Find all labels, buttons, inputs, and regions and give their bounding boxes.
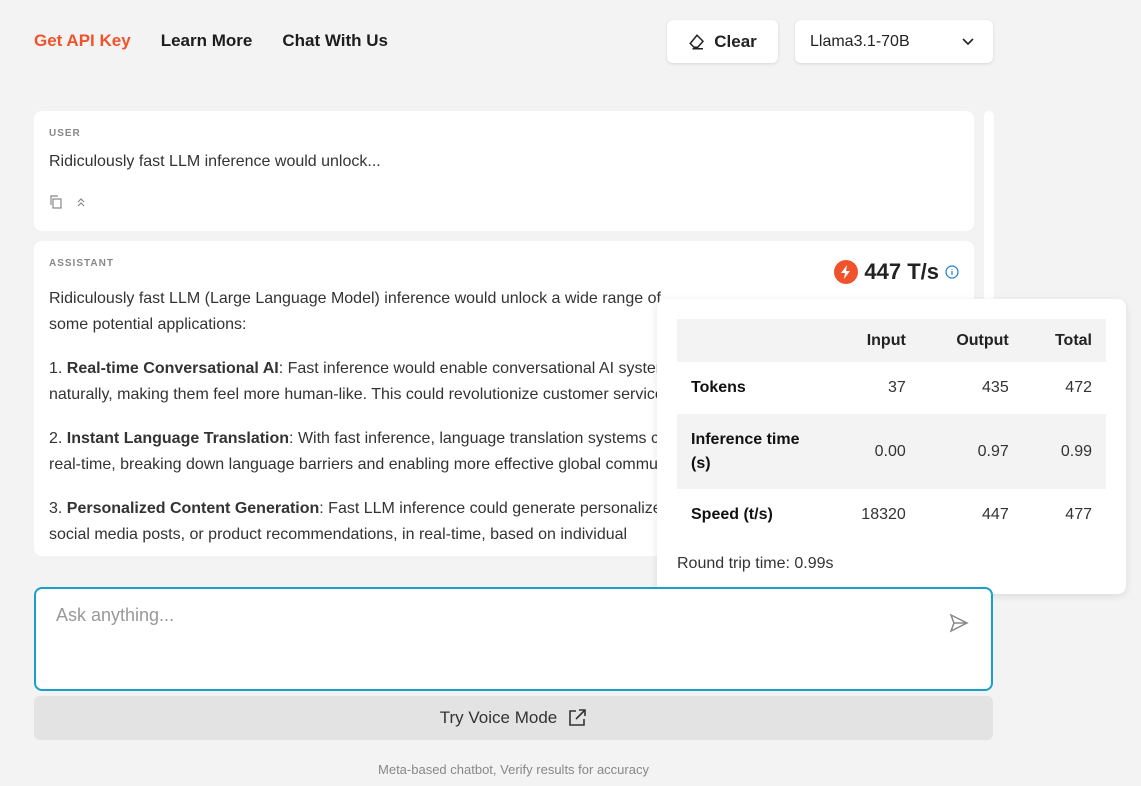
cell: 0.00 [827,414,920,489]
row-label: Inference time (s) [677,414,827,489]
cell: 477 [1065,506,1092,523]
stats-table: Input Output Total Tokens 37 435 472 Inf… [677,319,1106,541]
eraser-icon [689,33,705,49]
list-number: 2. [49,430,67,447]
role-label: USER [49,128,81,139]
line-text: naturally, making them feel more human-l… [49,386,664,403]
table-row: Tokens 37 435 472 [677,362,1106,414]
input-placeholder: Ask anything... [56,605,175,625]
role-label: ASSISTANT [49,258,114,269]
cell: 435 [982,379,1009,396]
chat-with-us-link[interactable]: Chat With Us [282,31,388,51]
speed-badge[interactable]: 447 T/s [834,259,959,285]
get-api-key-link[interactable]: Get API Key [34,31,131,51]
learn-more-link[interactable]: Learn More [161,31,253,51]
row-label: Speed (t/s) [691,506,773,523]
clear-label: Clear [714,31,757,51]
header-cell: Input [827,319,920,362]
list-number: 1. [49,360,67,377]
row-label: Tokens [691,379,746,396]
table-row: Speed (t/s) 18320 447 477 [677,489,1106,541]
user-message-card: USER Ridiculously fast LLM inference wou… [34,111,974,231]
scrollbar[interactable] [984,111,994,301]
list-number: 3. [49,500,67,517]
chat-input[interactable]: Ask anything... [34,587,993,691]
voice-mode-button[interactable]: Try Voice Mode [34,696,993,740]
speed-value: 447 T/s [864,259,939,284]
header-cell [677,319,827,362]
chevron-down-icon [962,37,974,45]
footer-disclaimer: Meta-based chatbot, Verify results for a… [378,762,649,777]
send-icon[interactable] [949,613,969,633]
info-icon[interactable] [945,265,959,279]
header-cell: Output [919,319,1023,362]
line-text: social media posts, or product recommend… [49,526,628,543]
table-row: Inference time (s) 0.00 0.97 0.99 [677,414,1106,489]
external-link-icon [569,709,587,726]
line-text: : With fast inference, language translat… [289,430,690,447]
top-nav: Get API Key Learn More Chat With Us [34,31,388,51]
list-heading: Personalized Content Generation [66,500,320,517]
model-value: Llama3.1-70B [810,32,910,50]
cell: 447 [982,506,1009,523]
copy-icon[interactable] [49,195,63,209]
list-heading: Real-time Conversational AI [66,360,279,377]
model-select[interactable]: Llama3.1-70B [795,20,993,63]
line-text: : Fast LLM inference could generate pers… [319,500,671,517]
message-text: Ridiculously fast LLM inference would un… [49,153,381,170]
collapse-icon[interactable] [75,195,87,209]
voice-mode-label: Try Voice Mode [439,708,558,727]
header-cell: Total [1022,319,1106,362]
cell: 0.97 [919,414,1023,489]
stats-popover: Input Output Total Tokens 37 435 472 Inf… [657,299,1126,594]
clear-button[interactable]: Clear [667,20,778,63]
line-text: Ridiculously fast LLM (Large Language Mo… [49,290,661,307]
line-text: some potential applications: [49,316,247,333]
cell: 18320 [861,506,906,523]
bolt-icon [834,260,859,284]
line-text: real-time, breaking down language barrie… [49,456,714,473]
cell: 0.99 [1022,414,1106,489]
list-heading: Instant Language Translation [66,430,290,447]
stats-header-row: Input Output Total [677,319,1106,362]
cell: 37 [888,379,906,396]
cell: 472 [1065,379,1092,396]
round-trip-time: Round trip time: 0.99s [677,555,834,572]
